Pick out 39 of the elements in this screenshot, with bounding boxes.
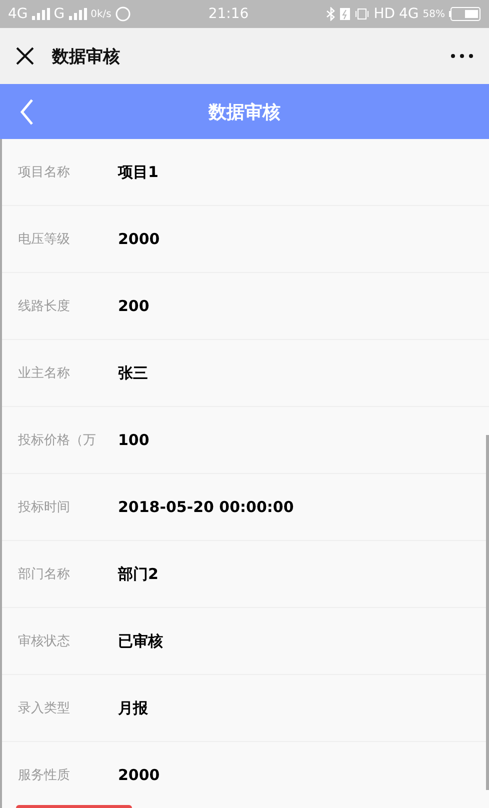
field-label: 投标时间 (18, 499, 71, 516)
network-label: 4G (399, 6, 419, 22)
field-value: 部门2 (118, 564, 158, 584)
field-value: 100 (118, 431, 150, 449)
field-label: 服务性质 (18, 767, 71, 784)
field-label: 审核状态 (18, 633, 71, 650)
close-icon[interactable] (16, 47, 34, 65)
field-label: 线路长度 (18, 298, 71, 315)
clock: 21:16 (208, 6, 249, 22)
network-label: 4G (8, 6, 28, 22)
field-value: 张三 (118, 364, 148, 382)
field-value: 200 (118, 297, 150, 315)
bluetooth-icon (326, 7, 336, 21)
vibrate-icon (354, 8, 370, 20)
speed-label: 0k/s (90, 8, 112, 20)
app-title: 数据审核 (52, 46, 121, 68)
field-value: 月报 (118, 698, 148, 718)
page-title: 数据审核 (208, 100, 280, 124)
battery-label: 58% (422, 8, 445, 20)
battery-icon (449, 7, 481, 21)
chat-bubble-icon (115, 6, 132, 22)
field-label: 部门名称 (18, 566, 71, 583)
back-icon[interactable] (20, 99, 34, 125)
hd-label: HD (374, 6, 395, 22)
field-value: 2000 (118, 766, 160, 784)
field-value: 2000 (118, 230, 160, 248)
field-label: 电压等级 (18, 231, 71, 248)
field-value: 已审核 (118, 632, 163, 650)
network-label: G (54, 6, 65, 22)
signal-icon (32, 8, 50, 20)
charging-icon (340, 8, 350, 20)
signal-icon (68, 8, 87, 20)
field-label: 投标价格（万 (18, 432, 97, 449)
field-label: 录入类型 (18, 700, 71, 717)
field-label: 业主名称 (18, 365, 71, 382)
field-value: 2018-05-20 00:00:00 (118, 498, 294, 516)
field-value: 项目1 (118, 162, 158, 182)
more-icon[interactable] (451, 54, 473, 58)
field-label: 项目名称 (18, 164, 71, 181)
